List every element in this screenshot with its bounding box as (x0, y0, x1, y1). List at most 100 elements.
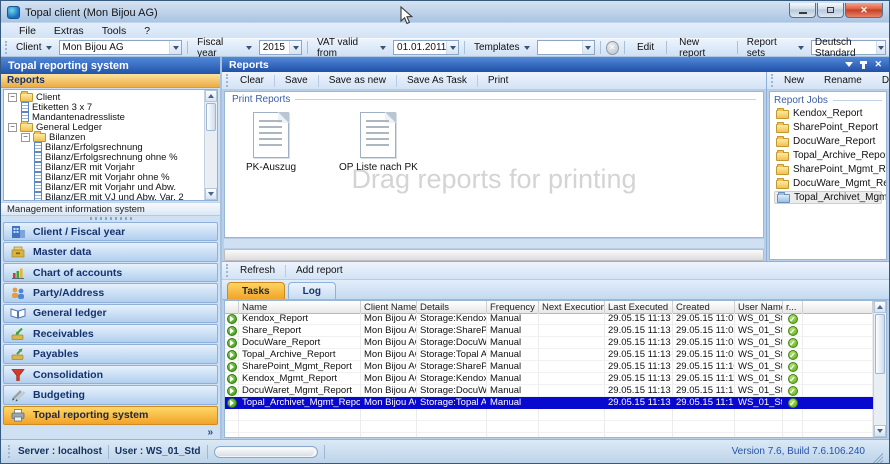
save-button[interactable]: Save (277, 74, 316, 87)
nav-topal-reporting-system[interactable]: Topal reporting system (3, 406, 218, 425)
menu-file[interactable]: File (11, 24, 44, 38)
app-window: Topal client (Mon Bijou AG) ✕ File Extra… (0, 0, 890, 464)
scroll-up-button[interactable] (205, 90, 217, 102)
nav-chart-of-accounts[interactable]: Chart of accounts (3, 263, 218, 282)
nav-general-ledger[interactable]: General ledger (3, 304, 218, 323)
menu-help[interactable]: ? (136, 24, 158, 38)
table-row-selected[interactable]: Topal_Archivet_Mgmt_ReportMon Bijou AGSt… (225, 397, 873, 409)
delete-job-button[interactable]: Delete (874, 74, 890, 87)
collapse-icon[interactable]: − (8, 123, 17, 132)
clear-button[interactable]: Clear (232, 74, 272, 87)
table-row[interactable]: Kendox_Mgmt_ReportMon Bijou AGStorage:Ke… (225, 373, 873, 385)
save-as-new-button[interactable]: Save as new (321, 74, 394, 87)
triangle-down-icon (877, 429, 883, 433)
scroll-down-button[interactable] (874, 425, 886, 437)
toolbar-separator (624, 41, 625, 54)
job-item[interactable]: DocuWare_Report (774, 135, 882, 148)
table-row[interactable]: Topal_Archive_ReportMon Bijou AGStorage:… (225, 349, 873, 361)
table-row[interactable]: Share_ReportMon Bijou AGStorage:SharePoi… (225, 325, 873, 337)
tree-item[interactable]: Bilanz/ER mit Vorjahr (4, 162, 204, 172)
sidebar-reports-bar[interactable]: Reports (1, 74, 220, 88)
job-item-selected[interactable]: Topal_Archivet_Mgmt_Report (774, 191, 882, 204)
scroll-thumb[interactable] (875, 314, 885, 374)
new-report-button[interactable]: New report (672, 36, 732, 60)
print-reports-dropzone[interactable]: Print Reports PK-Auszug OP Liste nach PK (224, 91, 764, 238)
client-combo[interactable]: Mon Bijou AG (59, 40, 183, 55)
tab-log[interactable]: Log (288, 282, 336, 299)
save-as-task-button[interactable]: Save As Task (399, 74, 475, 87)
cancel-round-button[interactable]: ✕ (606, 41, 619, 55)
horizontal-splitter[interactable] (224, 249, 764, 261)
resize-grip[interactable] (871, 451, 883, 463)
job-item[interactable]: SharePoint_Mgmt_Report (774, 163, 882, 176)
tree-item-bilanzen[interactable]: −Bilanzen (4, 132, 204, 142)
refresh-button[interactable]: Refresh (232, 264, 283, 277)
title-bar[interactable]: Topal client (Mon Bijou AG) ✕ (1, 1, 889, 22)
table-scrollbar[interactable] (873, 301, 886, 437)
tree-scrollbar[interactable] (204, 90, 217, 200)
menu-tools[interactable]: Tools (94, 24, 135, 38)
collapse-icon[interactable]: − (21, 133, 30, 142)
maximize-button[interactable] (817, 3, 844, 18)
nav-consolidation[interactable]: Consolidation (3, 365, 218, 384)
table-row[interactable]: DocuWare_ReportMon Bijou AGStorage:DocuW… (225, 337, 873, 349)
table-row[interactable]: Kendox_ReportMon Bijou AGStorage:Kendox … (225, 313, 873, 325)
tree-item[interactable]: Bilanz/Erfolgsrechnung ohne % (4, 152, 204, 162)
scroll-thumb[interactable] (206, 103, 216, 131)
job-item[interactable]: Kendox_Report (774, 107, 882, 120)
client-dropdown[interactable]: Client (12, 41, 56, 54)
nav-receivables[interactable]: Receivables (3, 324, 218, 343)
left-sidebar: Topal reporting system Reports −Client E… (1, 57, 222, 439)
sidebar-header: Topal reporting system (1, 57, 220, 74)
nav-party-address[interactable]: Party/Address (3, 283, 218, 302)
nav-budgeting[interactable]: Budgeting (3, 385, 218, 404)
job-item[interactable]: SharePoint_Report (774, 121, 882, 134)
job-item[interactable]: Topal_Archive_Report (774, 149, 882, 162)
language-combo[interactable]: Deutsch Standard (811, 40, 886, 55)
tree-item[interactable]: Etiketten 3 x 7 (4, 102, 204, 112)
fiscal-year-dropdown[interactable]: Fiscal year (193, 36, 256, 60)
vat-valid-from-dropdown[interactable]: VAT valid from (313, 36, 390, 60)
tree-item[interactable]: Bilanz/Erfolgsrechnung (4, 142, 204, 152)
scroll-up-button[interactable] (874, 301, 886, 313)
templates-dropdown[interactable]: Templates (470, 41, 534, 54)
chevron-down-icon[interactable] (845, 62, 853, 67)
tree-item[interactable]: Bilanz/ER mit VJ und Abw. Var. 2 (4, 192, 204, 200)
sidebar-mis-bar[interactable]: Management information system (1, 202, 220, 216)
scroll-down-button[interactable] (205, 188, 217, 200)
sidebar-collapse-area[interactable]: » (1, 426, 220, 439)
report-tree: −Client Etiketten 3 x 7 Mandantenadressl… (3, 89, 218, 201)
tab-tasks[interactable]: Tasks (227, 282, 285, 299)
job-item[interactable]: DocuWare_Mgmt_Report (774, 177, 882, 190)
edit-button[interactable]: Edit (630, 41, 661, 54)
nav-client-fiscal-year[interactable]: Client / Fiscal year (3, 222, 218, 241)
document-icon (34, 182, 42, 192)
close-icon[interactable]: ✕ (874, 60, 882, 69)
add-report-button[interactable]: Add report (288, 264, 351, 277)
template-combo[interactable] (537, 40, 595, 55)
toolbar-separator (464, 41, 465, 54)
nav-master-data[interactable]: Master data (3, 242, 218, 261)
nav-payables[interactable]: Payables (3, 344, 218, 363)
rename-job-button[interactable]: Rename (816, 74, 870, 87)
tree-item-client[interactable]: −Client (4, 92, 204, 102)
tree-item[interactable]: Mandantenadressliste (4, 112, 204, 122)
statusbar-grip (8, 445, 11, 458)
table-row[interactable]: DocuWaret_Mgmt_ReportMon Bijou AGStorage… (225, 385, 873, 397)
folder-icon (776, 152, 789, 161)
collapse-icon[interactable]: − (8, 93, 17, 102)
close-button[interactable]: ✕ (845, 3, 883, 18)
menu-extras[interactable]: Extras (46, 24, 92, 38)
tree-item[interactable]: Bilanz/ER mit Vorjahr und Abw. (4, 182, 204, 192)
print-button[interactable]: Print (480, 74, 517, 87)
minimize-button[interactable] (789, 3, 816, 18)
pin-icon[interactable] (862, 61, 865, 69)
table-row[interactable]: SharePoint_Mgmt_ReportMon Bijou AGStorag… (225, 361, 873, 373)
tree-item[interactable]: Bilanz/ER mit Vorjahr ohne % (4, 172, 204, 182)
vat-date-combo[interactable]: 01.01.2011 (393, 40, 459, 55)
print-report-item[interactable]: PK-Auszug (246, 112, 296, 173)
new-job-button[interactable]: New (776, 74, 812, 87)
fiscal-year-combo[interactable]: 2015 (259, 40, 302, 55)
report-sets-dropdown[interactable]: Report sets (743, 36, 808, 60)
print-report-item[interactable]: OP Liste nach PK (339, 112, 418, 173)
